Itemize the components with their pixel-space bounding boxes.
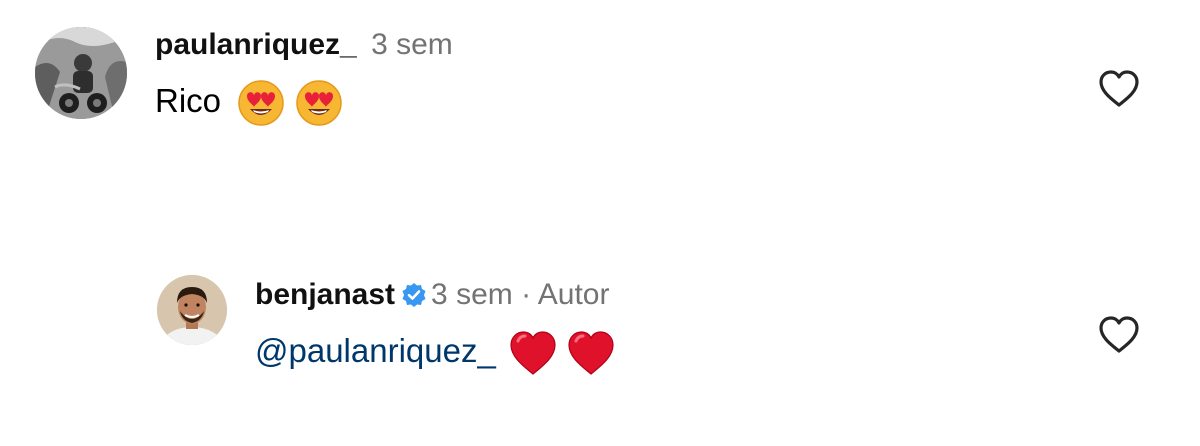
reply-item: benjanast 3 sem · Autor @paulanriquez_ [0, 250, 1200, 446]
avatar[interactable] [35, 27, 127, 119]
comment-text: @paulanriquez_ [255, 329, 616, 377]
comment-body: Rico [155, 82, 222, 119]
heart-eyes-emoji [237, 79, 285, 127]
verified-badge-icon [401, 281, 427, 317]
like-button[interactable] [1095, 65, 1143, 113]
like-button[interactable] [1095, 311, 1143, 359]
comment-meta: paulanriquez_ 3 sem [155, 27, 453, 63]
heart-outline-icon [1095, 311, 1143, 359]
username[interactable]: benjanast [255, 278, 395, 311]
username[interactable]: paulanriquez_ [155, 28, 357, 61]
mention-link[interactable]: @paulanriquez_ [255, 332, 496, 369]
heart-eyes-emoji [295, 79, 343, 127]
comment-text: Rico [155, 79, 343, 127]
comment-item: paulanriquez_ 3 sem Rico [0, 0, 1200, 200]
separator-dot: · [521, 278, 532, 311]
author-label: Autor [537, 278, 610, 311]
red-heart-emoji [566, 329, 616, 377]
timestamp[interactable]: 3 sem [371, 28, 453, 61]
heart-outline-icon [1095, 65, 1143, 113]
avatar[interactable] [157, 275, 227, 345]
red-heart-emoji [508, 329, 558, 377]
timestamp[interactable]: 3 sem [431, 278, 513, 311]
comment-meta: benjanast 3 sem · Autor [255, 277, 610, 317]
